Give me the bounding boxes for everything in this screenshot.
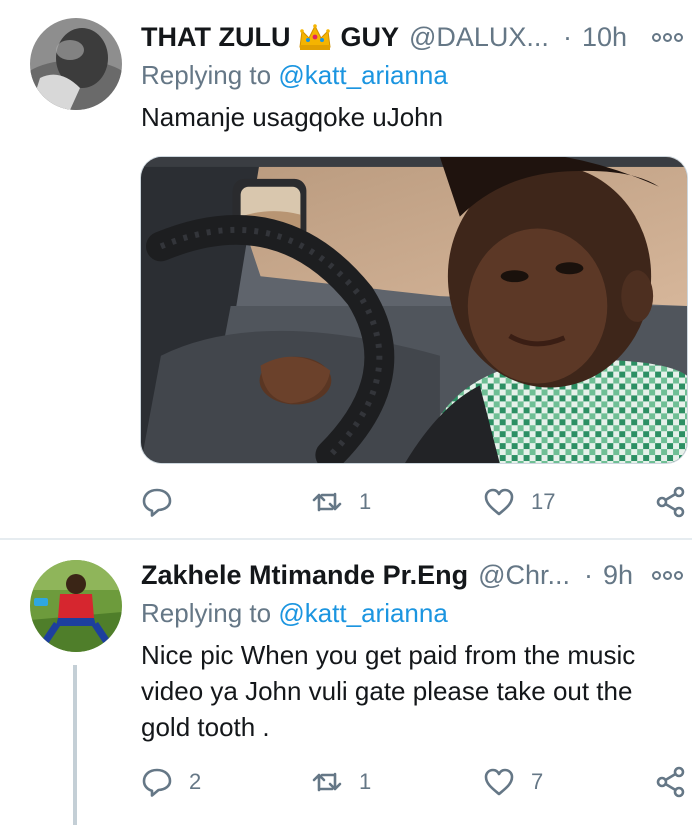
separator-dot: · — [562, 21, 572, 52]
retweet-icon — [312, 492, 342, 512]
separator-dot: · — [584, 559, 594, 590]
retweet-icon — [312, 772, 342, 792]
heart-icon — [484, 768, 514, 796]
replying-to-link[interactable]: @katt_arianna — [278, 60, 448, 90]
tweet-photo[interactable] — [140, 156, 688, 464]
share-icon — [656, 486, 685, 518]
more-options-icon[interactable] — [652, 568, 688, 582]
user-handle[interactable]: @DALUX... — [409, 22, 549, 53]
display-name-suffix[interactable]: GUY — [340, 22, 399, 53]
retweet-button[interactable]: 1 — [311, 482, 371, 522]
share-button[interactable] — [655, 482, 687, 522]
replying-prefix: Replying to — [141, 598, 272, 628]
reply-button[interactable] — [141, 482, 189, 522]
reply-icon — [142, 768, 172, 797]
tweet-header: THAT ZULU GUY @DALUX... · 10h — [141, 18, 627, 56]
replying-to: Replying to @katt_arianna — [141, 60, 448, 91]
timestamp[interactable]: 10h — [582, 22, 627, 53]
thread-line — [73, 665, 77, 825]
user-handle[interactable]: @Chr... — [478, 560, 570, 591]
replying-prefix: Replying to — [141, 60, 272, 90]
tweet-text: Namanje usagqoke uJohn — [141, 102, 444, 132]
share-button[interactable] — [655, 762, 687, 802]
avatar[interactable] — [30, 560, 122, 652]
like-count: 7 — [531, 769, 544, 794]
like-button[interactable]: 17 — [483, 482, 555, 522]
heart-icon — [484, 488, 514, 516]
tweet-1[interactable]: THAT ZULU GUY @DALUX... · 10h Replying t… — [0, 0, 692, 538]
retweet-count: 1 — [359, 489, 372, 514]
display-name[interactable]: THAT ZULU — [141, 22, 290, 53]
tweet-header: Zakhele Mtimande Pr.Eng @Chr... · 9h — [141, 556, 633, 594]
tweet-actions: 1 17 — [141, 482, 692, 522]
reply-count: 2 — [189, 769, 202, 794]
retweet-count: 1 — [359, 769, 372, 794]
tweet-actions: 2 1 7 — [141, 762, 692, 802]
display-name[interactable]: Zakhele Mtimande Pr.Eng — [141, 560, 468, 591]
reply-button[interactable]: 2 — [141, 762, 201, 802]
timestamp[interactable]: 9h — [603, 560, 633, 591]
crown-icon — [298, 23, 332, 51]
more-options-icon[interactable] — [652, 30, 688, 44]
like-button[interactable]: 7 — [483, 762, 543, 802]
share-icon — [656, 766, 685, 798]
replying-to-link[interactable]: @katt_arianna — [278, 598, 448, 628]
reply-icon — [142, 488, 172, 517]
replying-to: Replying to @katt_arianna — [141, 598, 448, 629]
tweet-2[interactable]: Zakhele Mtimande Pr.Eng @Chr... · 9h Rep… — [0, 540, 692, 836]
like-count: 17 — [531, 489, 556, 514]
tweet-text: Nice pic When you get paid from the musi… — [141, 640, 636, 742]
retweet-button[interactable]: 1 — [311, 762, 371, 802]
avatar[interactable] — [30, 18, 122, 110]
